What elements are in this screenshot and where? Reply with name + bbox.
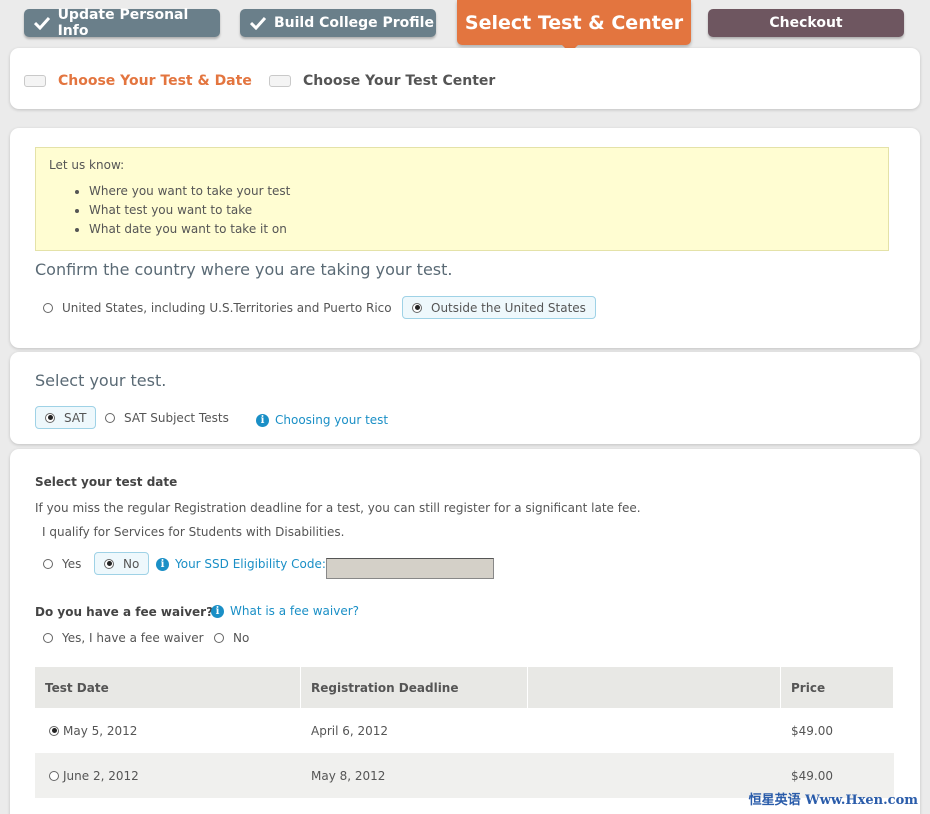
radio-button[interactable]	[49, 725, 59, 736]
cell-deadline: April 6, 2012	[311, 723, 389, 738]
radio-button[interactable]	[43, 303, 53, 313]
radio-label: No	[233, 631, 250, 645]
radio-button[interactable]	[412, 302, 422, 313]
cell-extra	[528, 708, 781, 753]
note-item: What date you want to take it on	[89, 220, 875, 239]
checkmark-icon	[250, 16, 268, 30]
step-checkout[interactable]: Checkout	[708, 9, 904, 37]
radio-label: Yes, I have a fee waiver	[62, 631, 204, 645]
substep-label: Choose Your Test & Date	[58, 73, 252, 89]
table-row[interactable]: May 5, 2012 April 6, 2012 $49.00	[35, 708, 894, 753]
cell-test-date[interactable]: June 2, 2012	[35, 753, 301, 798]
progress-box-icon	[24, 75, 46, 87]
radio-country-outside[interactable]: Outside the United States	[402, 296, 596, 319]
substep-choose-test-date[interactable]: Choose Your Test & Date	[24, 73, 252, 89]
radio-button[interactable]	[214, 633, 224, 643]
radio-label: United States, including U.S.Territories…	[62, 301, 392, 315]
radio-country-us[interactable]: United States, including U.S.Territories…	[43, 301, 392, 315]
link-label: Choosing your test	[275, 413, 389, 427]
info-icon[interactable]: i	[156, 557, 169, 571]
test-date-value: June 2, 2012	[63, 768, 139, 783]
ssd-code-label: i Your SSD Eligibility Code:	[156, 557, 326, 571]
watermark: 恒星英语 Www.Hxen.com	[748, 793, 918, 808]
link-label: What is a fee waiver?	[230, 604, 360, 618]
table-header: Test Date Registration Deadline Price	[35, 667, 894, 708]
radio-fee-waiver-yes[interactable]: Yes, I have a fee waiver	[43, 631, 204, 645]
note-item: Where you want to take your test	[89, 182, 875, 201]
column-header-price: Price	[781, 667, 894, 708]
cell-test-date[interactable]: May 5, 2012	[35, 708, 301, 753]
info-icon: i	[256, 413, 269, 427]
test-panel: Select your test. SAT SAT Subject Tests …	[10, 352, 920, 444]
radio-test-sat[interactable]: SAT	[35, 406, 97, 429]
ssd-code-text: Your SSD Eligibility Code:	[175, 557, 326, 571]
test-date-value: May 5, 2012	[63, 723, 138, 738]
column-header-empty	[528, 667, 781, 708]
country-panel: Let us know: Where you want to take your…	[10, 128, 920, 348]
column-header-deadline: Registration Deadline	[301, 667, 528, 708]
radio-label: Outside the United States	[431, 300, 586, 315]
test-date-heading: Select your test date	[35, 475, 178, 489]
test-dates-table: Test Date Registration Deadline Price Ma…	[35, 667, 894, 798]
cell-extra	[528, 753, 781, 798]
substep-choose-test-center[interactable]: Choose Your Test Center	[269, 73, 495, 89]
info-icon: i	[211, 604, 224, 618]
note-intro: Let us know:	[49, 158, 125, 172]
radio-button[interactable]	[45, 412, 55, 423]
radio-label: SAT Subject Tests	[124, 411, 229, 425]
radio-button[interactable]	[49, 770, 59, 781]
instructions-note: Let us know: Where you want to take your…	[35, 147, 889, 251]
radio-button[interactable]	[43, 633, 53, 643]
progress-box-icon	[269, 75, 291, 87]
late-fee-note: If you miss the regular Registration dea…	[35, 501, 641, 515]
radio-label: SAT	[64, 410, 87, 425]
cell-deadline: May 8, 2012	[311, 768, 386, 783]
radio-ssd-yes[interactable]: Yes	[43, 557, 81, 571]
radio-fee-waiver-no[interactable]: No	[214, 631, 249, 645]
substeps-panel: Choose Your Test & Date Choose Your Test…	[10, 48, 920, 109]
choosing-test-link[interactable]: i Choosing your test	[256, 413, 388, 427]
ssd-question: I qualify for Services for Students with…	[42, 525, 345, 539]
step-label: Select Test & Center	[464, 11, 684, 34]
fee-waiver-question: Do you have a fee waiver?	[35, 605, 214, 619]
country-heading: Confirm the country where you are taking…	[35, 260, 453, 279]
fee-waiver-link[interactable]: i What is a fee waiver?	[211, 604, 359, 618]
radio-test-subject[interactable]: SAT Subject Tests	[105, 411, 229, 425]
step-build-college-profile[interactable]: Build College Profile	[240, 9, 436, 37]
step-label: Update Personal Info	[57, 7, 189, 39]
radio-label: Yes	[62, 557, 82, 571]
step-update-personal-info[interactable]: Update Personal Info	[24, 7, 220, 39]
column-header-test-date: Test Date	[35, 667, 301, 708]
radio-ssd-no[interactable]: No	[94, 552, 150, 575]
radio-button[interactable]	[43, 559, 53, 569]
step-label: Checkout	[769, 15, 843, 31]
note-list: Where you want to take your test What te…	[49, 182, 875, 239]
ssd-code-input[interactable]	[326, 558, 494, 579]
radio-button[interactable]	[104, 558, 114, 569]
step-select-test-center: Select Test & Center	[457, 0, 691, 53]
step-label: Build College Profile	[274, 15, 434, 31]
test-heading: Select your test.	[35, 371, 167, 390]
note-item: What test you want to take	[89, 201, 875, 220]
checkmark-icon	[34, 16, 52, 30]
test-date-panel: Select your test date If you miss the re…	[10, 449, 920, 814]
substep-label: Choose Your Test Center	[303, 73, 496, 89]
cell-price: $49.00	[791, 723, 833, 738]
radio-label: No	[123, 556, 140, 571]
radio-button[interactable]	[105, 413, 115, 423]
